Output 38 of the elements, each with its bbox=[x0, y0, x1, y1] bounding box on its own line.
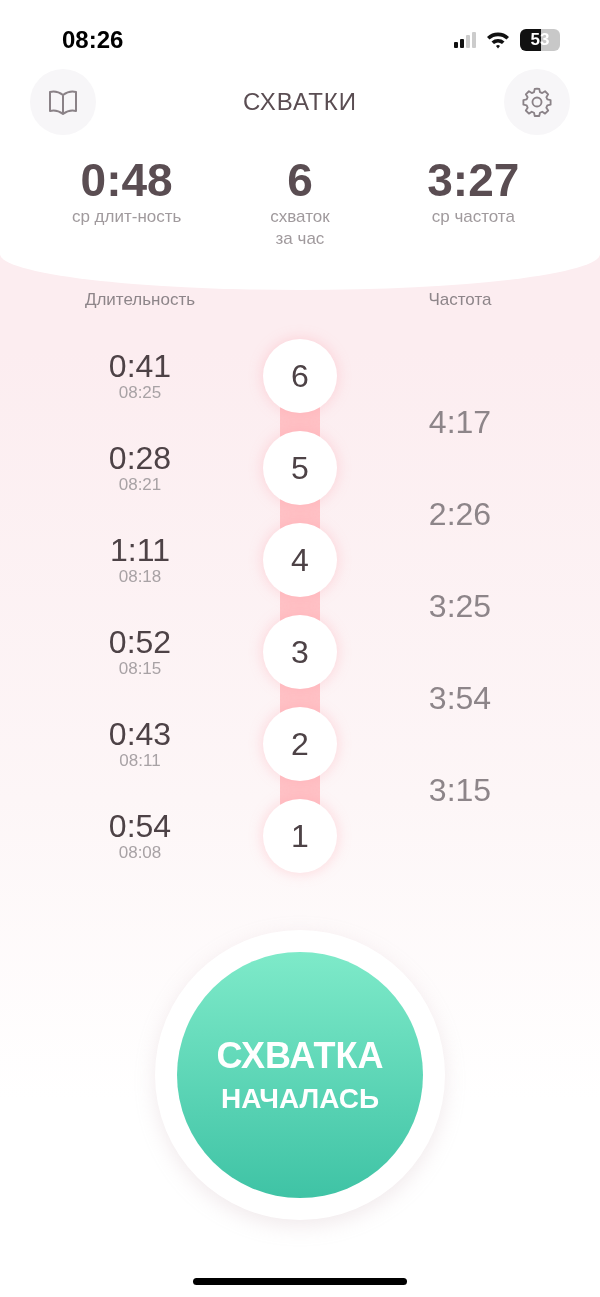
duration-value: 1:11 bbox=[110, 533, 170, 567]
start-time: 08:18 bbox=[118, 567, 162, 587]
contraction-number: 2 bbox=[263, 707, 337, 781]
duration-value: 0:52 bbox=[108, 625, 172, 659]
status-time: 08:26 bbox=[62, 26, 124, 54]
stat-value: 6 bbox=[287, 154, 313, 206]
contraction-number: 4 bbox=[263, 523, 337, 597]
frequency-value: 2:26 bbox=[428, 495, 492, 533]
start-time: 08:21 bbox=[118, 475, 162, 495]
duration-value: 0:54 bbox=[108, 809, 172, 843]
start-time: 08:11 bbox=[119, 751, 161, 771]
frequency-value: 3:15 bbox=[428, 771, 492, 809]
stat-value: 0:48 bbox=[80, 154, 173, 206]
signal-icon bbox=[454, 32, 476, 48]
screen-title: СХВАТКИ bbox=[242, 88, 358, 116]
settings-icon bbox=[520, 85, 554, 119]
stat-value: 3:27 bbox=[427, 154, 520, 206]
duration-value: 0:41 bbox=[108, 349, 172, 383]
start-button[interactable]: СХВАТКА НАЧАЛАСЬ bbox=[177, 952, 423, 1198]
frequency-value: 3:54 bbox=[428, 679, 492, 717]
column-header: Частота bbox=[427, 290, 493, 310]
stat-label: схваток за час bbox=[270, 206, 330, 250]
wifi-icon bbox=[486, 31, 510, 49]
duration-value: 0:28 bbox=[108, 441, 172, 475]
start-time: 08:25 bbox=[118, 383, 162, 403]
duration-value: 0:43 bbox=[108, 717, 172, 751]
start-time: 08:15 bbox=[118, 659, 162, 679]
contraction-number: 1 bbox=[263, 799, 337, 873]
frequency-value: 3:25 bbox=[428, 587, 492, 625]
contraction-number: 6 bbox=[263, 339, 337, 413]
book-icon bbox=[48, 89, 78, 115]
start-time: 08:08 bbox=[118, 843, 162, 863]
contraction-number: 3 bbox=[263, 615, 337, 689]
frequency-value: 4:17 bbox=[428, 403, 492, 441]
contraction-number: 5 bbox=[263, 431, 337, 505]
stat-label: ср длит-ность bbox=[71, 206, 182, 228]
column-header: Длительность bbox=[83, 290, 197, 310]
stat-label: ср частота bbox=[431, 206, 515, 228]
